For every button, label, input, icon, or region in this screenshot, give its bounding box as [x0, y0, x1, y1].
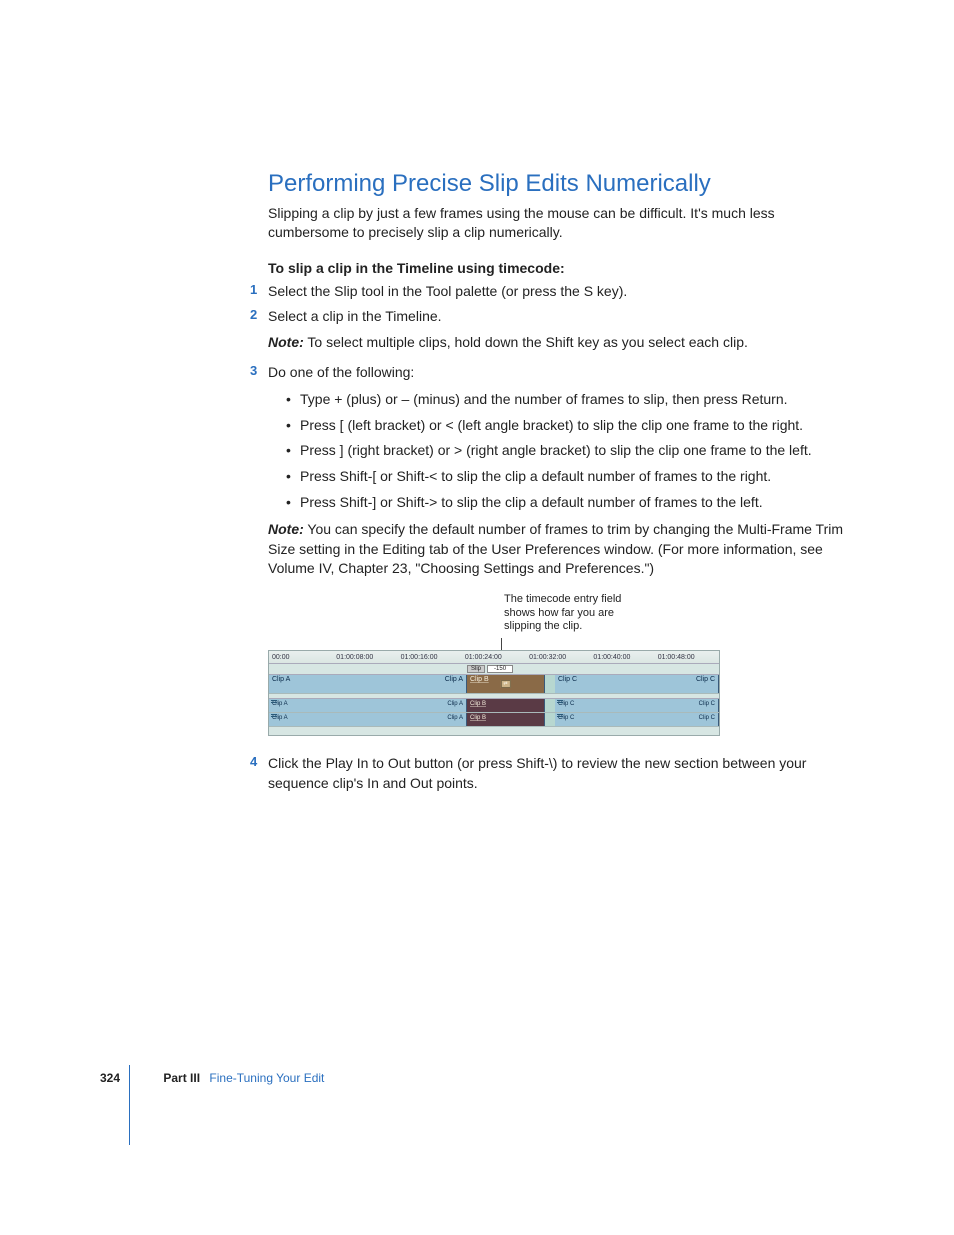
clip-a: Clip AClip A: [269, 699, 467, 712]
bullet-item: Type + (plus) or – (minus) and the numbe…: [286, 390, 854, 410]
part-label: Part III: [163, 1071, 200, 1085]
slip-handle-icon: ⇄: [500, 680, 510, 688]
figure-callout: The timecode entry field shows how far y…: [504, 593, 654, 634]
step-number: 4: [250, 754, 257, 769]
ruler-tick: 00:00: [269, 654, 333, 661]
section-heading: Performing Precise Slip Edits Numericall…: [268, 170, 854, 198]
step-text: Select a clip in the Timeline.: [268, 307, 854, 327]
step-2-note: Note: To select multiple clips, hold dow…: [268, 333, 854, 353]
timeline-panel: 00:00 01:00:08:00 01:00:16:00 01:00:24:0…: [268, 650, 720, 736]
bullet-item: Press Shift-] or Shift-> to slip the cli…: [286, 493, 854, 513]
clip-b: Clip B⇄: [467, 675, 545, 693]
step-number: 1: [250, 282, 257, 297]
bullet-item: Press [ (left bracket) or < (left angle …: [286, 416, 854, 436]
ruler-tick: 01:00:32:00: [526, 654, 590, 661]
section-label: Fine-Tuning Your Edit: [209, 1071, 324, 1085]
page-number: 324: [100, 1071, 120, 1085]
clip-a: Clip AClip A: [269, 713, 467, 726]
procedure-title: To slip a clip in the Timeline using tim…: [268, 260, 854, 276]
gap: [545, 713, 555, 726]
step-3: 3 Do one of the following: Type + (plus)…: [268, 363, 854, 579]
clip-b: Clip B: [467, 699, 545, 712]
clip-a: Clip AClip A: [269, 675, 467, 693]
bullet-item: Press Shift-[ or Shift-< to slip the cli…: [286, 467, 854, 487]
slip-entry-field: Slip -150: [467, 664, 513, 673]
step-text: Do one of the following:: [268, 363, 854, 383]
slip-entry-bar: Slip -150: [269, 664, 719, 675]
note-text: You can specify the default number of fr…: [268, 521, 843, 576]
gap: [545, 675, 555, 693]
audio-track-2: Clip AClip A Clip B Clip CClip C: [269, 713, 719, 727]
clip-c: Clip CClip C: [555, 699, 719, 712]
intro-paragraph: Slipping a clip by just a few frames usi…: [268, 204, 854, 242]
note-label: Note:: [268, 334, 304, 350]
ruler-tick: 01:00:40:00: [590, 654, 654, 661]
step-text: Click the Play In to Out button (or pres…: [268, 754, 854, 793]
clip-c: Clip CClip C: [555, 713, 719, 726]
step-number: 2: [250, 307, 257, 322]
step-1: 1 Select the Slip tool in the Tool palet…: [268, 282, 854, 302]
step-3-bullets: Type + (plus) or – (minus) and the numbe…: [286, 390, 854, 512]
gap: [545, 699, 555, 712]
step-2: 2 Select a clip in the Timeline. Note: T…: [268, 307, 854, 352]
bullet-item: Press ] (right bracket) or > (right angl…: [286, 441, 854, 461]
ruler-tick: 01:00:16:00: [398, 654, 462, 661]
ruler-tick: 01:00:08:00: [333, 654, 397, 661]
step-4: 4 Click the Play In to Out button (or pr…: [268, 754, 854, 793]
slip-value: -150: [487, 665, 513, 673]
step-text: Select the Slip tool in the Tool palette…: [268, 282, 854, 302]
clip-c: Clip CClip C: [555, 675, 719, 693]
video-track-1: Clip AClip A Clip B⇄ Clip CClip C: [269, 675, 719, 694]
ruler-tick: 01:00:48:00: [655, 654, 719, 661]
note-text: To select multiple clips, hold down the …: [304, 334, 748, 350]
audio-track-1: Clip AClip A Clip B Clip CClip C: [269, 699, 719, 713]
timeline-figure: The timecode entry field shows how far y…: [268, 593, 854, 736]
callout-leader: [268, 638, 718, 650]
step-number: 3: [250, 363, 257, 378]
slip-label: Slip: [467, 665, 485, 673]
timeline-ruler: 00:00 01:00:08:00 01:00:16:00 01:00:24:0…: [269, 651, 719, 664]
ruler-tick: 01:00:24:00: [462, 654, 526, 661]
note-label: Note:: [268, 521, 304, 537]
step-3-note: Note: You can specify the default number…: [268, 520, 854, 579]
clip-b: Clip B: [467, 713, 545, 726]
page-footer: 324 Part III Fine-Tuning Your Edit: [100, 1071, 324, 1085]
